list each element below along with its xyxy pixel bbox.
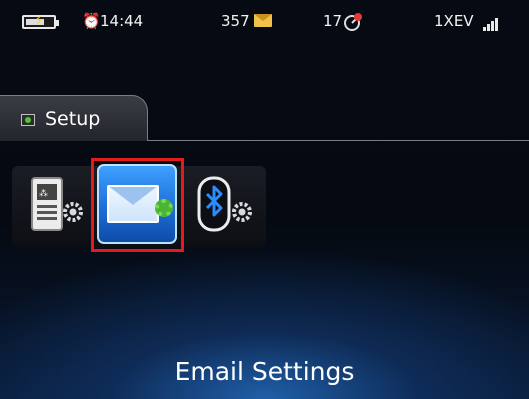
selection-highlight xyxy=(91,158,184,252)
setup-folder-icon xyxy=(21,114,35,126)
alarm-clock-icon: ⏰ xyxy=(82,12,101,30)
signal-strength-icon xyxy=(482,12,498,31)
device-settings-icon[interactable]: ⁂ xyxy=(20,172,92,242)
tab-divider xyxy=(148,140,529,141)
envelope-icon xyxy=(254,12,272,30)
bluetooth-settings-icon[interactable] xyxy=(193,172,259,242)
tab-setup-label: Setup xyxy=(45,108,101,130)
svg-text:⁂: ⁂ xyxy=(39,188,48,199)
status-bar: ⚡ ⏰ 14:44 357 17 1XEV xyxy=(0,0,529,44)
message-count: 357 xyxy=(221,12,250,30)
battery-charging-icon: ⚡ xyxy=(22,13,59,29)
notification-count: 17 xyxy=(323,12,343,30)
network-label: 1XEV xyxy=(434,12,474,30)
selected-item-caption: Email Settings xyxy=(174,357,355,386)
status-time: 14:44 xyxy=(100,12,144,30)
notification-icon xyxy=(343,12,363,36)
